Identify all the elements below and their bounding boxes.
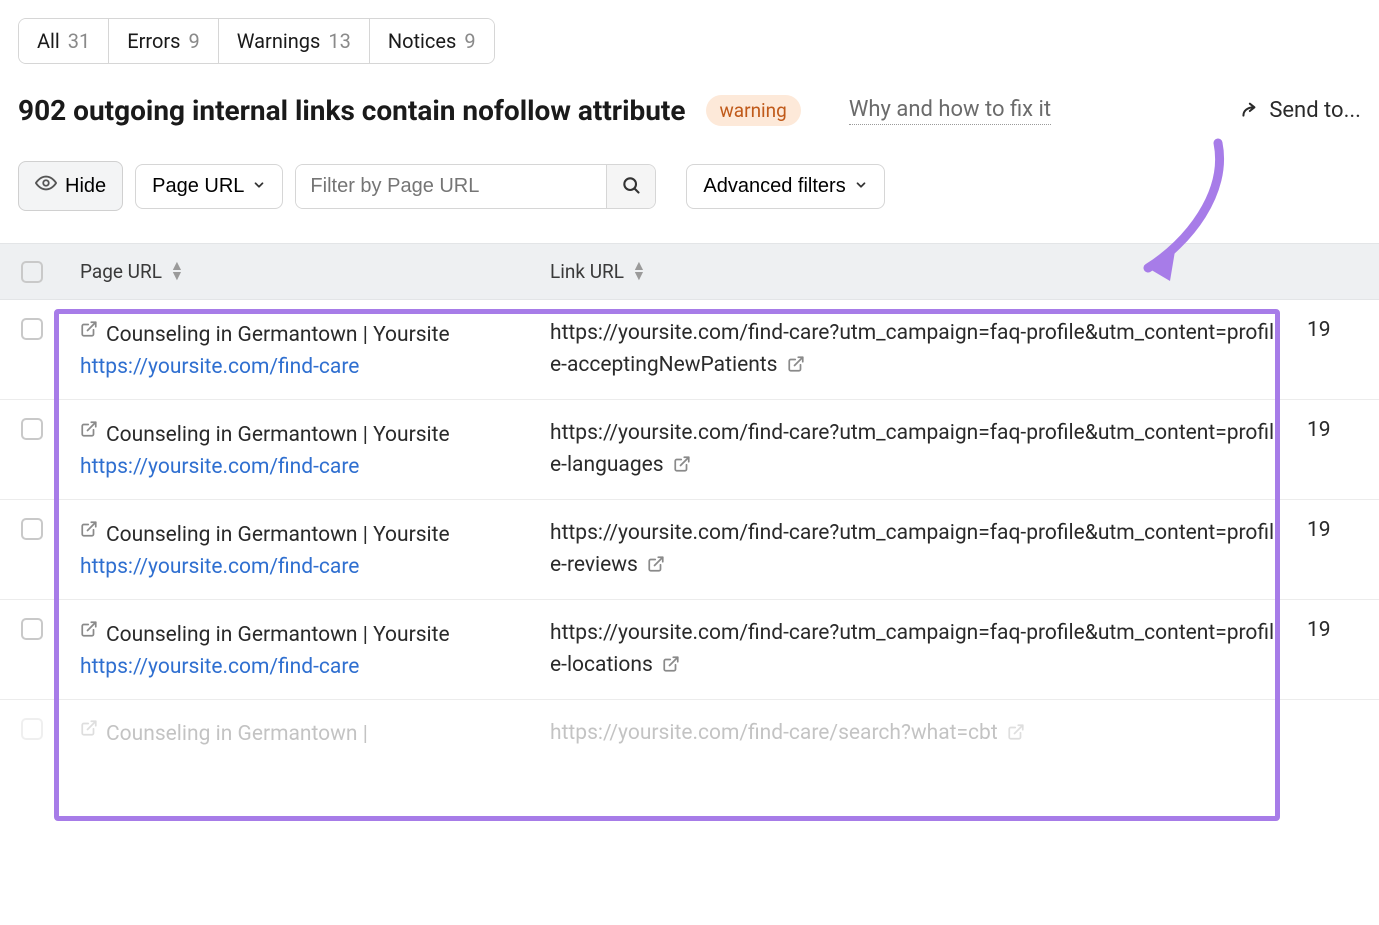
page-url-select-label: Page URL (152, 175, 244, 198)
page-url-link[interactable]: https://yoursite.com/find-care (80, 355, 450, 379)
external-link-icon (80, 520, 98, 538)
tab-notices[interactable]: Notices 9 (370, 19, 494, 63)
tab-label: Errors (127, 29, 180, 53)
row-checkbox[interactable] (21, 718, 43, 740)
results-table: Page URL ▲▼ Link URL ▲▼ Counseling in Ge… (0, 243, 1379, 768)
page-title-text: Counseling in Germantown | Yoursite (106, 420, 450, 450)
send-to-label: Send to... (1269, 98, 1361, 123)
page-url-select[interactable]: Page URL (135, 164, 283, 209)
filter-input-group (295, 164, 656, 209)
link-url-text: https://yoursite.com/find-care?utm_campa… (550, 621, 1274, 677)
row-number: 19 (1299, 618, 1379, 681)
row-checkbox[interactable] (21, 618, 43, 640)
advanced-filters-button[interactable]: Advanced filters (686, 164, 884, 209)
table-row: Counseling in Germantown | Yoursite http… (0, 600, 1379, 700)
select-all-checkbox[interactable] (21, 261, 43, 283)
column-label: Link URL (550, 260, 624, 283)
table-row: Counseling in Germantown | Yoursite http… (0, 400, 1379, 500)
search-button[interactable] (606, 165, 655, 208)
table-header: Page URL ▲▼ Link URL ▲▼ (0, 243, 1379, 300)
tab-label: Notices (388, 29, 456, 53)
tab-errors[interactable]: Errors 9 (109, 19, 218, 63)
tab-warnings[interactable]: Warnings 13 (219, 19, 370, 63)
chevron-down-icon (252, 178, 266, 195)
row-checkbox[interactable] (21, 418, 43, 440)
row-number (1299, 718, 1379, 750)
row-number: 19 (1299, 518, 1379, 581)
tab-count: 31 (68, 29, 90, 53)
row-number: 19 (1299, 418, 1379, 481)
external-link-icon (80, 420, 98, 438)
share-arrow-icon (1237, 100, 1259, 122)
external-link-icon[interactable] (647, 555, 665, 573)
controls-row: Hide Page URL Advanced filters (18, 161, 1361, 211)
hide-label: Hide (65, 175, 106, 198)
column-header-link-url[interactable]: Link URL ▲▼ (534, 260, 1299, 283)
page-title: 902 outgoing internal links contain nofo… (18, 94, 686, 127)
hide-button[interactable]: Hide (18, 161, 123, 211)
external-link-icon[interactable] (673, 455, 691, 473)
row-checkbox[interactable] (21, 318, 43, 340)
tab-label: Warnings (237, 29, 321, 53)
table-row: Counseling in Germantown | https://yours… (0, 700, 1379, 768)
title-row: 902 outgoing internal links contain nofo… (18, 94, 1361, 127)
column-header-page-url[interactable]: Page URL ▲▼ (64, 260, 534, 283)
filter-input[interactable] (296, 165, 606, 208)
page-url-link[interactable]: https://yoursite.com/find-care (80, 455, 450, 479)
page-title-text: Counseling in Germantown | Yoursite (106, 320, 450, 350)
warning-badge: warning (706, 95, 801, 126)
row-checkbox[interactable] (21, 518, 43, 540)
page-url-link[interactable]: https://yoursite.com/find-care (80, 555, 450, 579)
external-link-icon[interactable] (662, 655, 680, 673)
sort-icon: ▲▼ (170, 262, 184, 282)
column-label: Page URL (80, 260, 162, 283)
page-url-link[interactable]: https://yoursite.com/find-care (80, 655, 450, 679)
page-title-text: Counseling in Germantown | Yoursite (106, 520, 450, 550)
why-how-fix-link[interactable]: Why and how to fix it (849, 97, 1051, 125)
page-title-text: Counseling in Germantown | Yoursite (106, 620, 450, 650)
external-link-icon (80, 320, 98, 338)
table-row: Counseling in Germantown | Yoursite http… (0, 500, 1379, 600)
advanced-filters-label: Advanced filters (703, 175, 845, 198)
send-to-button[interactable]: Send to... (1237, 98, 1361, 123)
external-link-icon (80, 719, 98, 737)
tab-count: 9 (464, 29, 475, 53)
tab-label: All (37, 29, 60, 53)
external-link-icon (80, 620, 98, 638)
page-title-text: Counseling in Germantown | (106, 719, 368, 749)
search-icon (621, 183, 641, 198)
tab-all[interactable]: All 31 (19, 19, 109, 63)
link-url-text: https://yoursite.com/find-care/search?wh… (550, 721, 998, 745)
tab-count: 13 (328, 29, 350, 53)
row-number: 19 (1299, 318, 1379, 381)
eye-icon (35, 172, 57, 200)
tab-count: 9 (189, 29, 200, 53)
link-url-text: https://yoursite.com/find-care?utm_campa… (550, 321, 1274, 377)
chevron-down-icon (854, 178, 868, 195)
external-link-icon[interactable] (1007, 723, 1025, 741)
external-link-icon[interactable] (787, 355, 805, 373)
table-row: Counseling in Germantown | Yoursite http… (0, 300, 1379, 400)
sort-icon: ▲▼ (632, 262, 646, 282)
filter-tabs: All 31 Errors 9 Warnings 13 Notices 9 (18, 18, 495, 64)
link-url-text: https://yoursite.com/find-care?utm_campa… (550, 421, 1274, 477)
